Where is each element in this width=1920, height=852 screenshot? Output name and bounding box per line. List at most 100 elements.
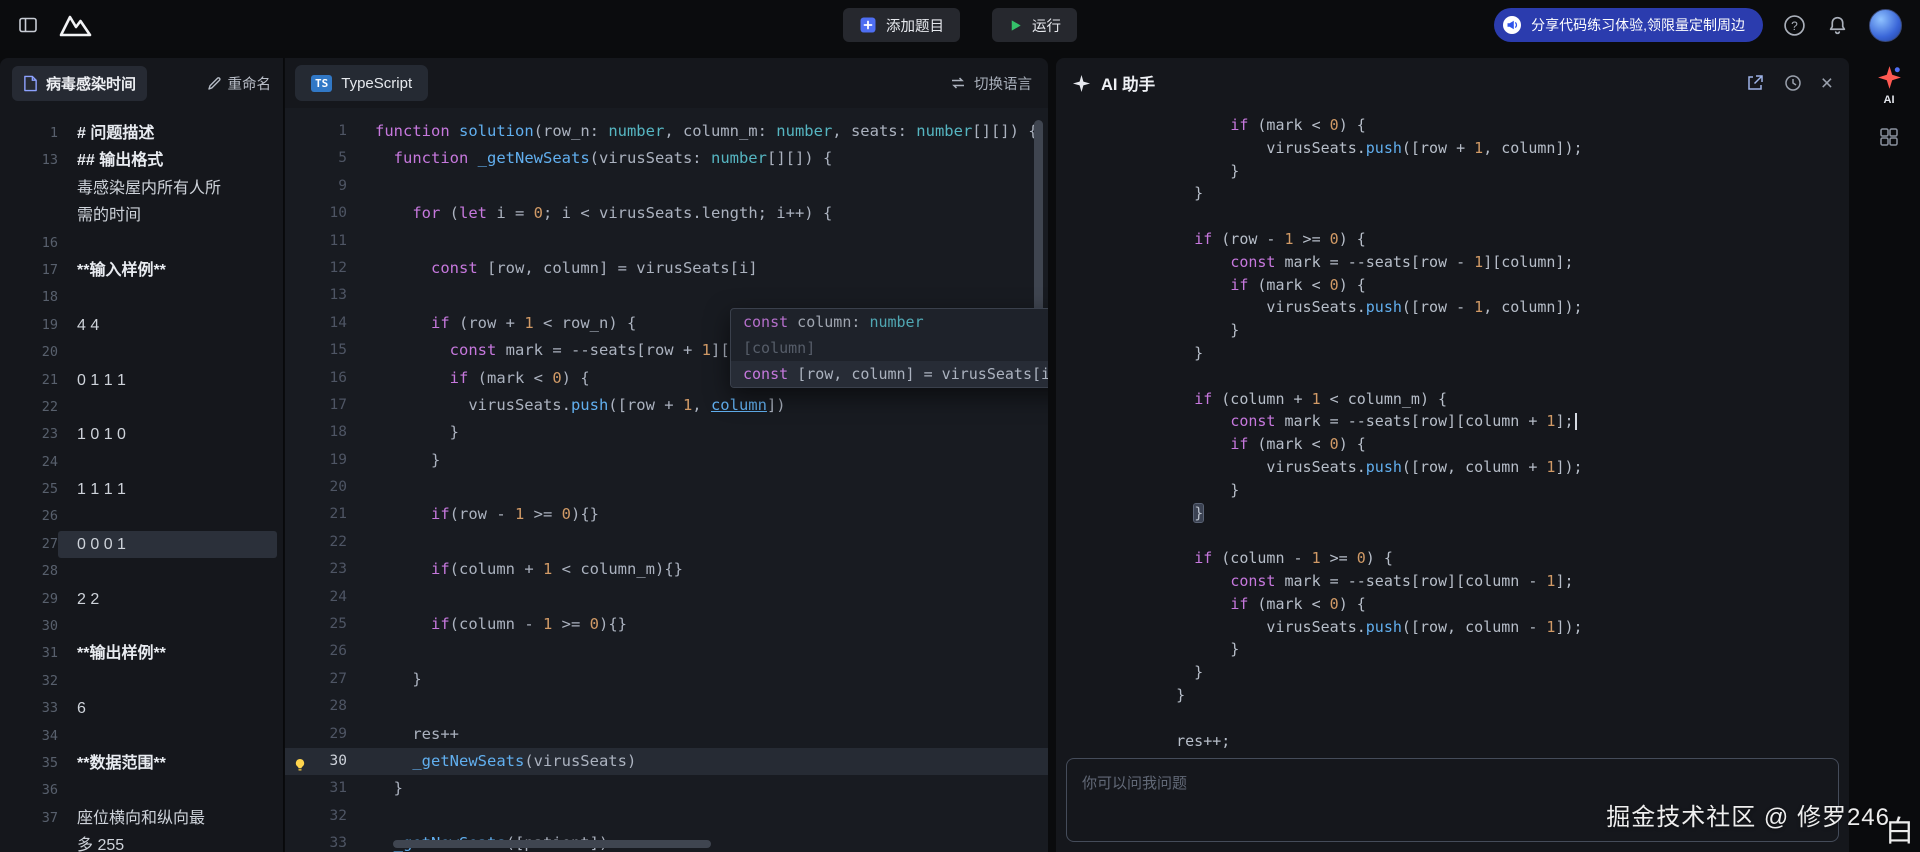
ai-code-line[interactable]: if (mark < 0) { (1140, 114, 1849, 137)
code-line[interactable]: 26 (285, 638, 1048, 665)
history-button[interactable] (1783, 73, 1803, 93)
app-logo[interactable] (58, 12, 94, 38)
doc-line[interactable]: 32 (0, 668, 283, 695)
ai-code-line[interactable]: const mark = --seats[row - 1][column]; (1140, 251, 1849, 274)
tooltip-definition[interactable]: const [row, column] = virusSeats[i] (731, 361, 1048, 387)
code-line[interactable]: 32 (285, 803, 1048, 830)
problem-markdown-editor[interactable]: 1# 问题描述13## 输出格式毒感染屋内所有人所需的时间1617**输入样例*… (0, 108, 283, 852)
doc-line[interactable]: 毒感染屋内所有人所 (0, 175, 283, 202)
code-line[interactable]: 30 _getNewSeats(virusSeats) (285, 748, 1048, 775)
ai-code-line[interactable] (1140, 365, 1849, 388)
user-avatar[interactable] (1869, 9, 1902, 42)
code-line[interactable]: 20 (285, 474, 1048, 501)
export-chat-button[interactable] (1745, 73, 1765, 93)
run-button[interactable]: 运行 (992, 8, 1077, 42)
extensions-button[interactable] (1878, 126, 1900, 148)
doc-line[interactable]: 13## 输出格式 (0, 147, 283, 174)
doc-line[interactable]: 26 (0, 503, 283, 530)
code-line[interactable]: 28 (285, 693, 1048, 720)
ai-code-line[interactable] (1140, 524, 1849, 547)
ai-code-line[interactable]: } (1140, 661, 1849, 684)
ai-code-line[interactable] (1140, 205, 1849, 228)
doc-line[interactable]: 35**数据范围** (0, 750, 283, 777)
ai-code-line[interactable] (1140, 707, 1849, 730)
doc-line[interactable]: 18 (0, 284, 283, 311)
doc-line[interactable]: 多 255 (0, 832, 283, 852)
code-line[interactable]: 23 if(column + 1 < column_m){} (285, 556, 1048, 583)
doc-line[interactable]: 30 (0, 613, 283, 640)
doc-line[interactable]: 231 0 1 0 (0, 421, 283, 448)
doc-line[interactable]: 31**输出样例** (0, 640, 283, 667)
doc-line[interactable]: 17**输入样例** (0, 257, 283, 284)
doc-line[interactable]: 16 (0, 230, 283, 257)
doc-line[interactable]: 34 (0, 723, 283, 750)
code-line[interactable]: 21 if(row - 1 >= 0){} (285, 501, 1048, 528)
code-line[interactable]: 18 } (285, 419, 1048, 446)
ai-code-line[interactable]: } (1140, 684, 1849, 707)
problem-title-tab[interactable]: 病毒感染时间 (12, 66, 147, 101)
code-line[interactable]: 24 (285, 584, 1048, 611)
help-button[interactable]: ? (1783, 14, 1806, 37)
doc-line[interactable]: 336 (0, 695, 283, 722)
sidebar-toggle-button[interactable] (18, 15, 38, 35)
add-question-button[interactable]: 添加题目 (843, 8, 960, 42)
ai-code-line[interactable]: } (1140, 182, 1849, 205)
ai-code-line[interactable]: res++; (1140, 730, 1849, 750)
ai-code-line[interactable]: } (1140, 502, 1849, 525)
switch-language-button[interactable]: 切换语言 (950, 73, 1032, 94)
ai-code-line[interactable]: } (1140, 342, 1849, 365)
code-line[interactable]: 19 } (285, 447, 1048, 474)
ai-code-line[interactable]: if (mark < 0) { (1140, 274, 1849, 297)
code-line[interactable]: 27 } (285, 666, 1048, 693)
doc-line[interactable]: 22 (0, 394, 283, 421)
code-line[interactable]: 10 for (let i = 0; i < virusSeats.length… (285, 200, 1048, 227)
ai-code-line[interactable]: virusSeats.push([row, column + 1]); (1140, 456, 1849, 479)
ai-code-line[interactable]: virusSeats.push([row - 1, column]); (1140, 296, 1849, 319)
ai-code-line[interactable]: const mark = --seats[row][column + 1]; (1140, 410, 1849, 433)
ai-code-line[interactable]: if (column + 1 < column_m) { (1140, 388, 1849, 411)
doc-line[interactable]: 270 0 0 1 (0, 531, 283, 558)
doc-line[interactable]: 251 1 1 1 (0, 476, 283, 503)
ai-code-line[interactable]: } (1140, 638, 1849, 661)
doc-line[interactable]: 24 (0, 449, 283, 476)
doc-line[interactable]: 需的时间 (0, 202, 283, 229)
ai-code-line[interactable]: if (mark < 0) { (1140, 593, 1849, 616)
ai-code-line[interactable]: } (1140, 479, 1849, 502)
editor-horizontal-scrollbar[interactable] (393, 840, 711, 848)
doc-line[interactable]: 1# 问题描述 (0, 120, 283, 147)
code-line[interactable]: 9 (285, 173, 1048, 200)
code-line[interactable]: 29 res++ (285, 721, 1048, 748)
code-line[interactable]: 13 (285, 282, 1048, 309)
code-editor[interactable]: 1function solution(row_n: number, column… (285, 108, 1048, 852)
code-line[interactable]: 25 if(column - 1 >= 0){} (285, 611, 1048, 638)
ai-code-line[interactable]: virusSeats.push([row, column - 1]); (1140, 616, 1849, 639)
rename-button[interactable]: 重命名 (207, 73, 272, 94)
doc-line[interactable]: 194 4 (0, 312, 283, 339)
ai-code-line[interactable]: virusSeats.push([row + 1, column]); (1140, 137, 1849, 160)
doc-line[interactable]: 37座位横向和纵向最 (0, 805, 283, 832)
ai-code-line[interactable]: } (1140, 160, 1849, 183)
code-line[interactable]: 12 const [row, column] = virusSeats[i] (285, 255, 1048, 282)
ai-code-line[interactable]: const mark = --seats[row][column - 1]; (1140, 570, 1849, 593)
ai-plugin-button[interactable]: AI (1876, 64, 1903, 106)
code-line[interactable]: 31 } (285, 775, 1048, 802)
ai-code-line[interactable]: if (column - 1 >= 0) { (1140, 547, 1849, 570)
doc-line[interactable]: 28 (0, 558, 283, 585)
promo-banner[interactable]: 分享代码练习体验,领限量定制周边 (1494, 8, 1763, 42)
code-line[interactable]: 5 function _getNewSeats(virusSeats: numb… (285, 145, 1048, 172)
ai-response-code[interactable]: if (mark < 0) { virusSeats.push([row + 1… (1056, 108, 1849, 750)
notifications-button[interactable] (1826, 14, 1849, 37)
ai-code-line[interactable]: if (row - 1 >= 0) { (1140, 228, 1849, 251)
ai-code-line[interactable]: } (1140, 319, 1849, 342)
code-line[interactable]: 11 (285, 228, 1048, 255)
doc-line[interactable]: 36 (0, 777, 283, 804)
doc-line[interactable]: 210 1 1 1 (0, 367, 283, 394)
tab-typescript[interactable]: TS TypeScript (295, 65, 428, 101)
ai-code-line[interactable]: if (mark < 0) { (1140, 433, 1849, 456)
code-line[interactable]: 1function solution(row_n: number, column… (285, 118, 1048, 145)
doc-line[interactable]: 20 (0, 339, 283, 366)
close-panel-button[interactable]: × (1821, 73, 1833, 94)
doc-line[interactable]: 292 2 (0, 586, 283, 613)
code-line[interactable]: 22 (285, 529, 1048, 556)
code-line[interactable]: 17 virusSeats.push([row + 1, column]) (285, 392, 1048, 419)
